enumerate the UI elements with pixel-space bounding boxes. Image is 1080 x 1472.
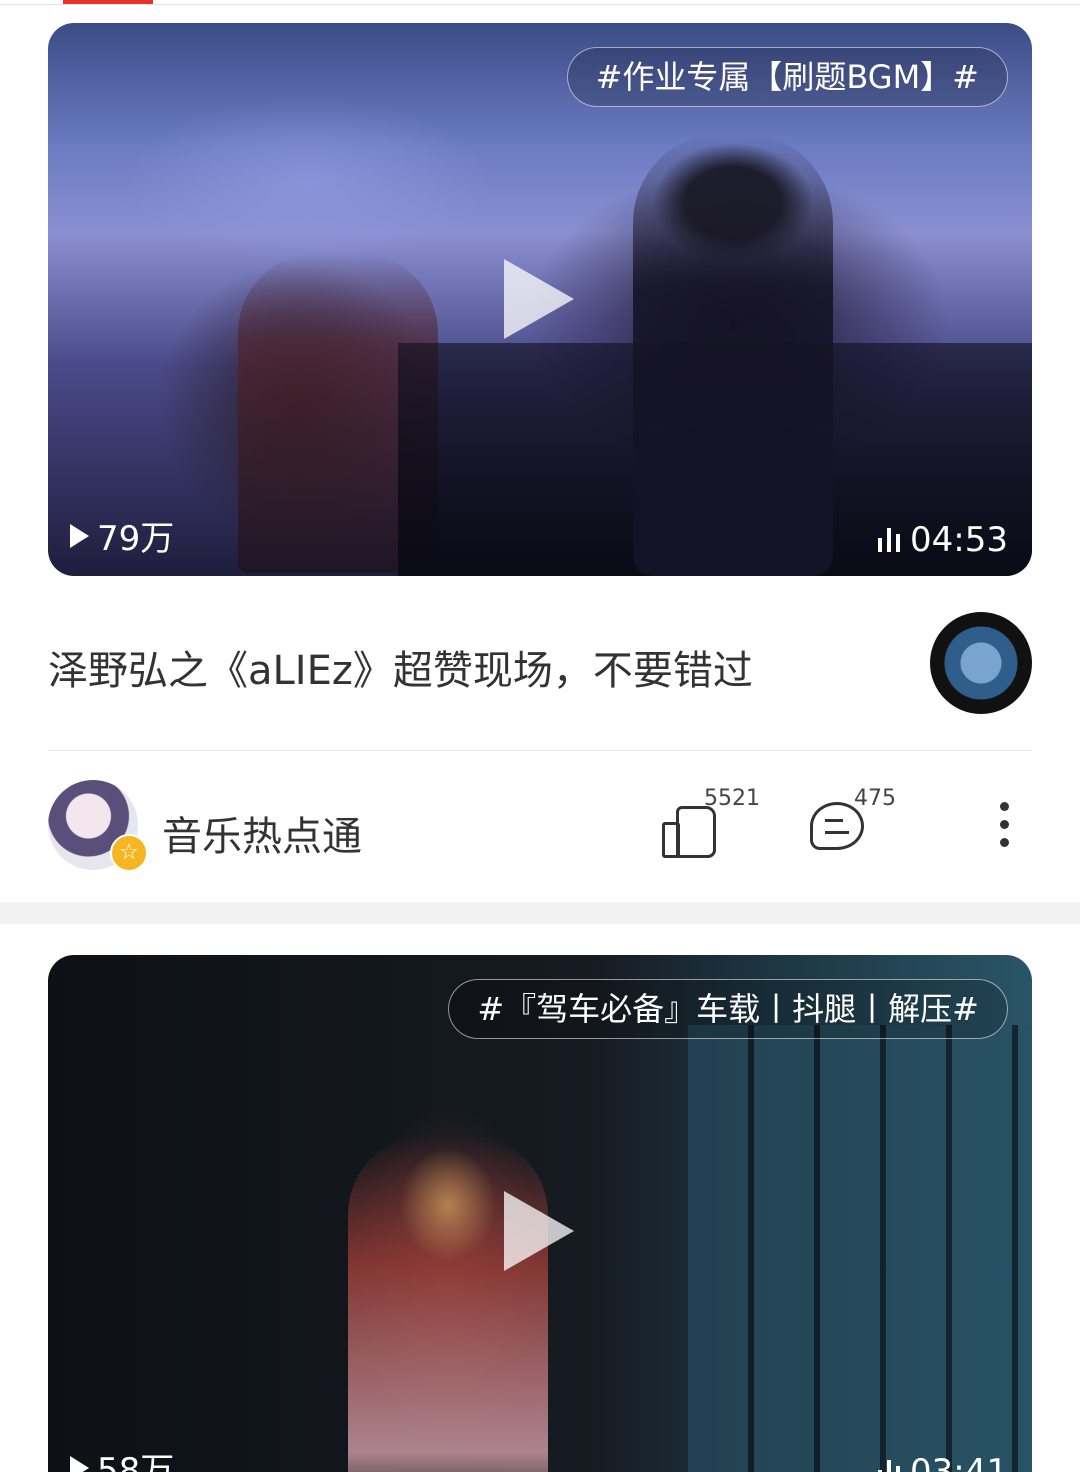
topic-tag[interactable]: #作业专属【刷题BGM】# <box>566 47 1008 107</box>
play-count-icon <box>70 1455 89 1472</box>
play-icon[interactable] <box>504 259 574 339</box>
view-count-value: 79万 <box>97 519 175 559</box>
audio-bars-icon <box>878 528 901 552</box>
comment-count: 475 <box>854 786 896 811</box>
music-disc-icon[interactable] <box>930 612 1032 714</box>
video-scene-figure <box>633 133 833 576</box>
video-thumbnail[interactable]: #『驾车必备』车载丨抖腿丨解压# 58万 03:41 <box>48 955 1032 1472</box>
view-count-value: 58万 <box>97 1451 175 1472</box>
video-thumbnail[interactable]: #作业专属【刷题BGM】# 79万 04:53 <box>48 23 1032 576</box>
comment-button[interactable]: 475 <box>810 786 896 850</box>
divider <box>48 750 1032 751</box>
video-scene-background <box>688 1025 1032 1472</box>
play-icon[interactable] <box>504 1191 574 1271</box>
duration-value: 04:53 <box>910 520 1008 560</box>
video-title-row[interactable]: 泽野弘之《aLIEz》超赞现场，不要错过 <box>48 610 1032 720</box>
like-count: 5521 <box>704 786 760 811</box>
play-count-icon <box>70 523 89 548</box>
audio-bars-icon <box>878 1460 901 1472</box>
more-vertical-icon[interactable] <box>1000 802 1010 847</box>
topic-tag[interactable]: #『驾车必备』车载丨抖腿丨解压# <box>448 979 1008 1039</box>
video-scene-figure <box>348 1135 548 1472</box>
like-button[interactable]: 5521 <box>660 786 760 858</box>
video-duration: 04:53 <box>878 520 1008 560</box>
duration-value: 03:41 <box>910 1452 1008 1472</box>
author-name[interactable]: 音乐热点通 <box>162 804 362 862</box>
video-duration: 03:41 <box>878 1452 1008 1472</box>
view-count: 79万 <box>70 511 174 560</box>
video-title[interactable]: 泽野弘之《aLIEz》超赞现场，不要错过 <box>48 638 753 696</box>
star-icon: ☆ <box>110 834 148 872</box>
top-divider <box>0 4 1080 5</box>
section-separator <box>0 902 1080 924</box>
author-row: ☆ 音乐热点通 5521 475 <box>48 780 1032 880</box>
view-count: 58万 <box>70 1443 174 1472</box>
